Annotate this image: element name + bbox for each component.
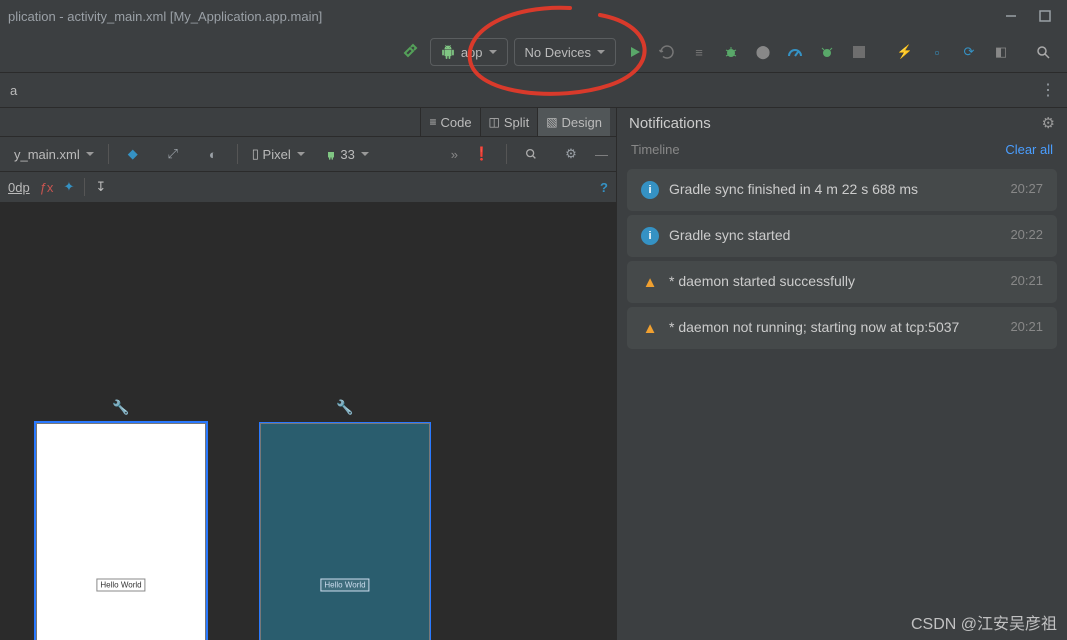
gear-icon[interactable]: ⚙ <box>1042 114 1055 132</box>
tab-split[interactable]: ◫Split <box>480 108 538 136</box>
clear-all-link[interactable]: Clear all <box>1005 142 1053 157</box>
align-icon[interactable]: ↧ <box>95 179 106 195</box>
design-toolbar: y_main.xml ◆ ⤢ ◐ ▯ Pixel 33 » ❗ ⚙ — <box>0 137 616 172</box>
search-icon[interactable] <box>518 141 544 167</box>
breadcrumb-bar: a ⋮ <box>0 73 1067 108</box>
api-picker[interactable]: 33 <box>319 147 375 162</box>
notification-message: Gradle sync started <box>669 227 1002 243</box>
titlebar: plication - activity_main.xml [My_Applic… <box>0 0 1067 32</box>
module-selector[interactable]: app <box>430 38 508 66</box>
chevron-down-icon <box>597 50 605 58</box>
window-title: plication - activity_main.xml [My_Applic… <box>8 9 322 24</box>
notification-card[interactable]: i Gradle sync finished in 4 m 22 s 688 ms… <box>627 169 1057 211</box>
lines-icon: ≡ <box>429 115 436 129</box>
search-icon[interactable] <box>1030 39 1056 65</box>
device-selector[interactable]: No Devices <box>514 38 616 66</box>
notification-message: Gradle sync finished in 4 m 22 s 688 ms <box>669 181 1002 197</box>
apply-changes-icon[interactable] <box>654 39 680 65</box>
warning-icon: ▲ <box>641 273 659 291</box>
chevron-down-icon <box>297 152 305 160</box>
notification-time: 20:22 <box>1010 227 1043 242</box>
info-icon: i <box>641 227 659 245</box>
chevron-down-icon <box>361 152 369 160</box>
notifications-panel: Notifications ⚙ Timeline Clear all i Grad… <box>617 108 1067 640</box>
tab-code[interactable]: ≡Code <box>420 108 479 136</box>
notification-card[interactable]: ▲ * daemon not running; starting now at t… <box>627 307 1057 349</box>
timeline-label: Timeline <box>631 142 680 157</box>
warning-icon: ▲ <box>641 319 659 337</box>
avd-icon[interactable]: ⚡ <box>892 39 918 65</box>
warn-icon[interactable]: ❗ <box>469 141 495 167</box>
minimize-button[interactable] <box>997 6 1025 26</box>
fx-icon[interactable]: ƒx <box>40 180 54 195</box>
design-subtoolbar: 0dp ƒx ✦ ↧ ? <box>0 172 616 203</box>
main-toolbar: app No Devices ≡ ⬤ ⚡ ▫ ⟳ ◧ <box>0 32 1067 73</box>
stop-icon[interactable] <box>846 39 872 65</box>
notification-time: 20:21 <box>1010 319 1043 334</box>
notification-time: 20:27 <box>1010 181 1043 196</box>
sdk-icon[interactable]: ▫ <box>924 39 950 65</box>
notification-card[interactable]: ▲ * daemon started successfully 20:21 <box>627 261 1057 303</box>
device-picker[interactable]: ▯ Pixel <box>246 146 311 162</box>
info-icon: i <box>641 181 659 199</box>
kebab-icon[interactable]: ⋮ <box>1040 80 1057 100</box>
zoom-label[interactable]: 0dp <box>8 180 30 195</box>
phone-icon: ▯ <box>252 146 259 162</box>
preview-text: Hello World <box>96 579 145 592</box>
preview-device-blueprint[interactable]: Hello World <box>260 423 430 640</box>
split-icon: ◫ <box>489 115 500 129</box>
debug-icon[interactable] <box>718 39 744 65</box>
module-label: app <box>461 45 483 60</box>
surface-icon[interactable]: ◆ <box>120 141 146 167</box>
code-changes-icon[interactable]: ≡ <box>686 39 712 65</box>
preview-text: Hello World <box>320 579 369 592</box>
preview-device-light[interactable]: Hello World <box>36 423 206 640</box>
wrench-icon[interactable]: 🔧 <box>112 399 129 416</box>
image-icon: ▧ <box>546 115 557 129</box>
view-mode-tabs: ≡Code ◫Split ▧Design <box>0 108 616 137</box>
notification-message: * daemon not running; starting now at tc… <box>669 319 1002 335</box>
coverage-icon[interactable]: ⬤ <box>750 39 776 65</box>
tab-design[interactable]: ▧Design <box>537 108 610 136</box>
wand-icon[interactable]: ✦ <box>63 179 74 195</box>
run-icon[interactable] <box>622 39 648 65</box>
cube-icon[interactable]: ◧ <box>988 39 1014 65</box>
gear-icon[interactable]: ⚙ <box>558 141 584 167</box>
design-canvas[interactable]: 🔧 🔧 Hello World Hello World <box>0 203 616 640</box>
notification-message: * daemon started successfully <box>669 273 1002 289</box>
chevron-down-icon <box>489 50 497 58</box>
app-inspection-icon[interactable] <box>814 39 840 65</box>
notification-card[interactable]: i Gradle sync started 20:22 <box>627 215 1057 257</box>
notifications-title: Notifications <box>629 115 711 132</box>
device-label: No Devices <box>525 45 591 60</box>
watermark: CSDN @江安吴彦祖 <box>911 610 1057 634</box>
minimize-pane-icon[interactable]: — <box>595 147 608 162</box>
help-icon[interactable]: ? <box>600 180 608 195</box>
chevrons-icon[interactable]: » <box>451 147 458 162</box>
maximize-button[interactable] <box>1031 6 1059 26</box>
wrench-icon[interactable]: 🔧 <box>336 399 353 416</box>
sync-icon[interactable]: ⟳ <box>956 39 982 65</box>
editor-pane: ≡Code ◫Split ▧Design y_main.xml ◆ ⤢ ◐ ▯ … <box>0 108 617 640</box>
orientation-icon[interactable]: ⤢ <box>160 141 186 167</box>
chevron-down-icon <box>86 152 94 160</box>
profiler-icon[interactable] <box>782 39 808 65</box>
night-icon[interactable]: ◐ <box>200 141 226 167</box>
notification-time: 20:21 <box>1010 273 1043 288</box>
file-tab[interactable]: y_main.xml <box>8 147 100 162</box>
android-icon <box>325 148 337 160</box>
breadcrumb-tail: a <box>10 83 17 98</box>
hammer-icon[interactable] <box>398 39 424 65</box>
